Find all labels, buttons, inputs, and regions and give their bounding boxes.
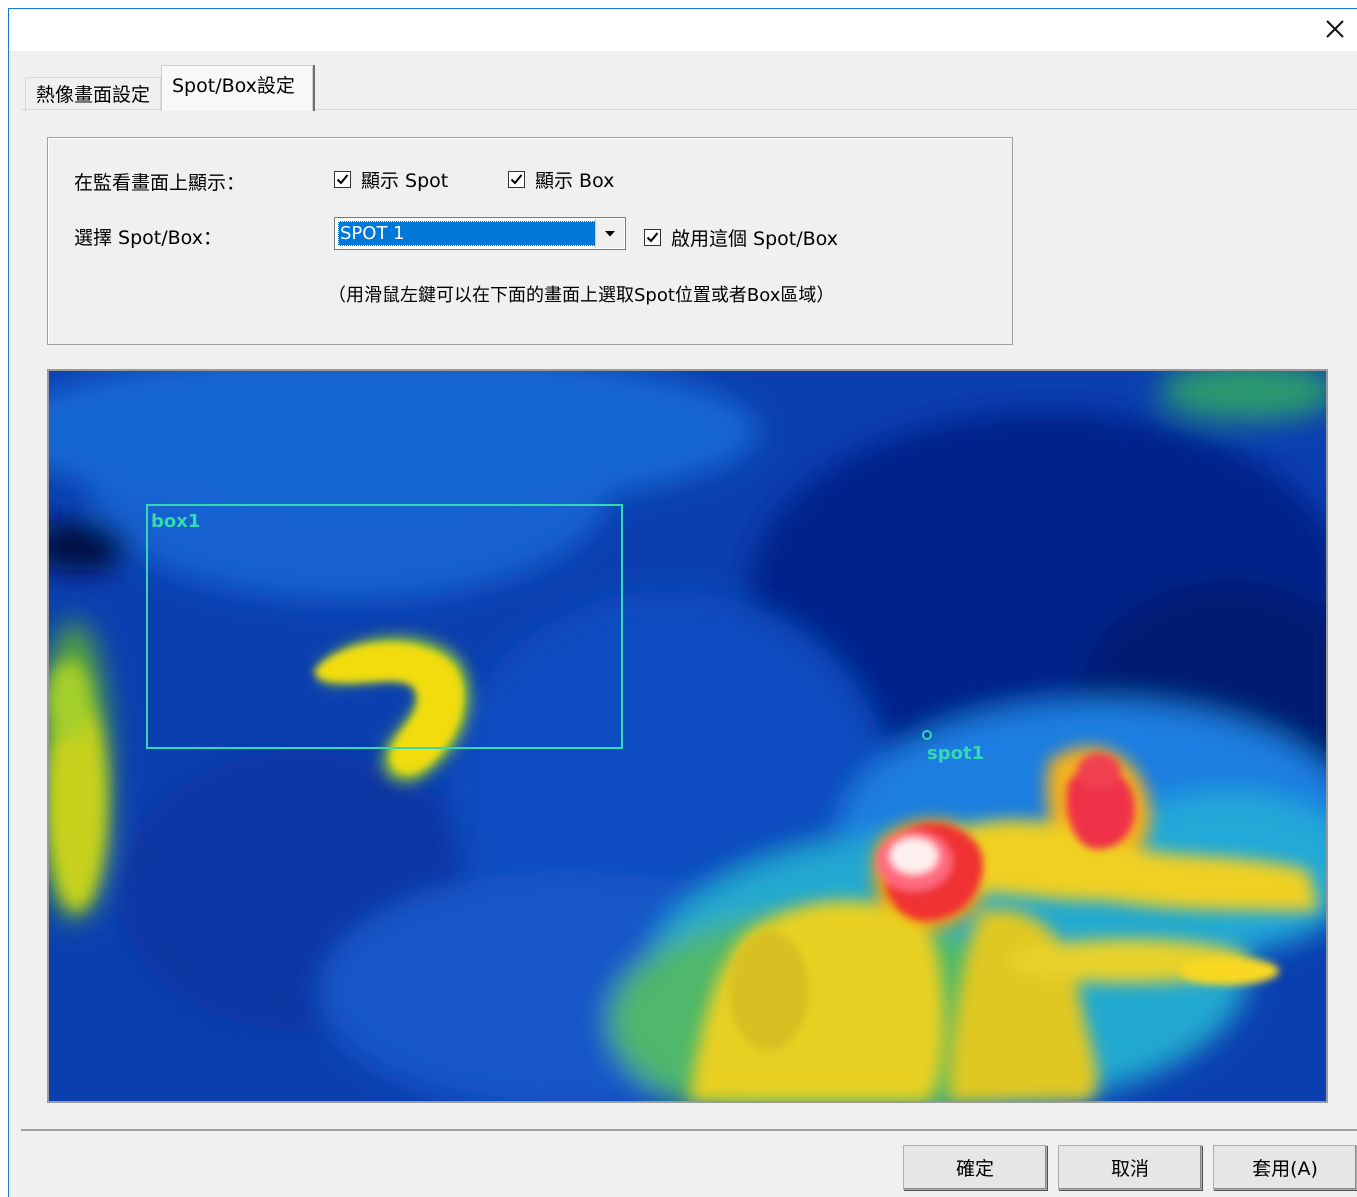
tab-thermal-display-settings[interactable]: 熱像畫面設定 <box>25 77 161 111</box>
cancel-button[interactable]: 取消 <box>1058 1145 1202 1190</box>
thermal-image: box1 spot1 <box>49 371 1326 1101</box>
spot-box-settings-dialog: 熱像畫面設定 Spot/Box設定 在監看畫面上顯示： 顯示 Spot 顯示 B… <box>8 8 1357 1197</box>
close-button[interactable] <box>1317 11 1353 47</box>
checkbox-box <box>334 171 351 188</box>
chevron-down-icon <box>605 230 615 236</box>
ok-button[interactable]: 確定 <box>903 1145 1047 1190</box>
selection-hint: （用滑鼠左鍵可以在下面的畫面上選取Spot位置或者Box區域） <box>328 285 835 306</box>
show-spot-label: 顯示 Spot <box>361 170 449 192</box>
check-icon <box>646 232 659 243</box>
spot-box-select[interactable]: SPOT 1 <box>334 217 626 250</box>
cancel-button-label: 取消 <box>1110 1158 1149 1180</box>
show-on-monitor-label: 在監看畫面上顯示： <box>74 172 246 194</box>
thermal-image-view[interactable]: box1 spot1 <box>47 369 1328 1103</box>
checkbox-box <box>644 229 661 246</box>
tab-label: 熱像畫面設定 <box>36 84 151 106</box>
tab-label: Spot/Box設定 <box>172 75 295 97</box>
box1-label: box1 <box>151 511 200 532</box>
enable-spot-box-checkbox[interactable]: 啟用這個 Spot/Box <box>644 224 838 251</box>
spot1-label: spot1 <box>927 743 984 764</box>
check-icon <box>336 174 349 185</box>
apply-button-label: 套用(A) <box>1252 1158 1318 1180</box>
ok-button-label: 確定 <box>955 1158 994 1180</box>
show-box-label: 顯示 Box <box>535 170 615 192</box>
show-spot-checkbox[interactable]: 顯示 Spot <box>334 166 448 193</box>
show-box-checkbox[interactable]: 顯示 Box <box>508 166 614 193</box>
tab-spot-box-settings[interactable]: Spot/Box設定 <box>161 65 313 111</box>
check-icon <box>510 174 523 185</box>
settings-group: 在監看畫面上顯示： 顯示 Spot 顯示 Box 選擇 Spot/Box： SP… <box>47 137 1013 345</box>
spot1-marker[interactable] <box>922 730 932 740</box>
checkbox-box <box>508 171 525 188</box>
select-spot-box-label: 選擇 Spot/Box： <box>74 227 222 249</box>
title-bar <box>9 9 1357 51</box>
dropdown-button[interactable] <box>595 219 624 248</box>
apply-button[interactable]: 套用(A) <box>1213 1145 1357 1190</box>
spot-box-select-value: SPOT 1 <box>338 221 598 246</box>
close-icon <box>1326 20 1344 38</box>
enable-spot-box-label: 啟用這個 Spot/Box <box>671 228 838 250</box>
